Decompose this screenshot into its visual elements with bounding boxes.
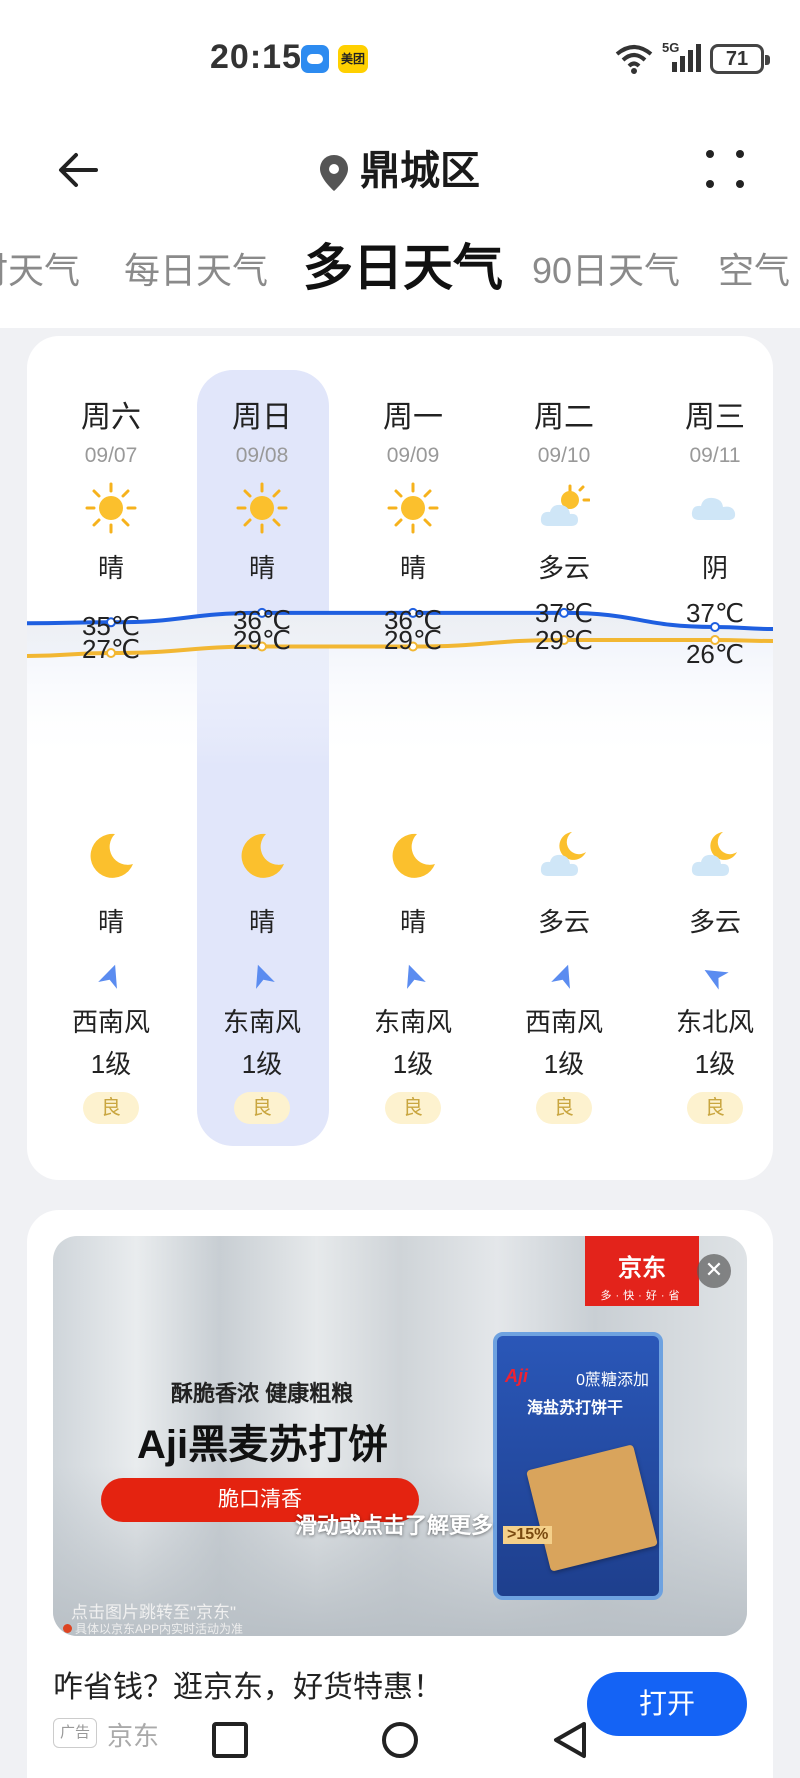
cloudy-night-icon (689, 830, 741, 887)
wind-direction: 东南风 (373, 1007, 452, 1037)
day-condition: 晴 (97, 553, 124, 583)
date: 09/07 (84, 444, 138, 467)
close-ad-button[interactable]: ✕ (697, 1254, 731, 1288)
home-icon[interactable] (380, 1720, 420, 1760)
sun-icon (85, 482, 137, 539)
day-condition: 多云 (537, 553, 590, 583)
location-title[interactable]: 鼎城区 (0, 138, 800, 196)
battery-icon: 71 (710, 44, 770, 74)
aqi-badge: 良 (687, 1092, 743, 1124)
tab-multi-day[interactable]: 多日天气 (303, 228, 503, 298)
low-temp-label: 29℃ (534, 624, 594, 655)
meituan-icon: 美团 (338, 45, 368, 73)
jd-logo: 京东 多·快·好·省 (585, 1236, 699, 1306)
ad-swipe-hint: 滑动或点击了解更多 (295, 1513, 494, 1538)
night-condition: 晴 (399, 907, 426, 937)
day-condition: 晴 (399, 553, 426, 583)
weekday: 周日 (232, 401, 292, 434)
wind-direction: 西南风 (71, 1007, 150, 1037)
wind-direction-icon (399, 962, 427, 995)
date: 09/11 (689, 444, 741, 467)
moon-icon (85, 830, 137, 887)
weekday: 周一 (383, 401, 443, 434)
aqi-badge: 良 (385, 1092, 441, 1124)
day-column[interactable]: 周一 09/09 晴 36℃ 29℃ 晴东南风 1级良 (338, 336, 488, 1180)
low-temp-label: 27℃ (81, 634, 141, 665)
weekday: 周六 (81, 401, 141, 434)
date: 09/09 (386, 444, 440, 467)
day-column[interactable]: 周三 09/11 阴 37℃ 26℃ 多云东北风 1级良 (640, 336, 773, 1180)
tab-90-day[interactable]: 90日天气 (532, 242, 680, 294)
wind-direction: 西南风 (524, 1007, 603, 1037)
aqi-badge: 良 (234, 1092, 290, 1124)
day-column[interactable]: 周二 09/10 多云 37℃ 29℃ 多云 西南风 1级良 (489, 336, 639, 1180)
header: 鼎城区 时天气 每日天气 多日天气 90日天气 空气 (0, 118, 800, 328)
location-name: 鼎城区 (360, 149, 480, 193)
high-temp-label: 37℃ (685, 598, 745, 628)
night-condition: 多云 (537, 907, 590, 937)
product-package: Aji 0蔗糖添加 海盐苏打饼干 >15% (493, 1332, 663, 1600)
low-temp-label: 29℃ (232, 624, 292, 655)
ad-subtitle: 酥脆香浓 健康粗粮 (171, 1381, 354, 1406)
wind-direction-icon (248, 962, 276, 995)
sun-icon (236, 482, 288, 539)
wind-level: 1级 (392, 1049, 434, 1079)
tab-hourly[interactable]: 时天气 (0, 242, 80, 294)
wind-direction: 东北风 (675, 1007, 754, 1037)
system-nav-bar (0, 1700, 800, 1778)
weekday: 周三 (685, 401, 745, 434)
back-nav-icon[interactable] (550, 1720, 590, 1760)
wind-level: 1级 (90, 1049, 132, 1079)
status-time: 20:15 (210, 38, 302, 76)
tab-bar: 时天气 每日天气 多日天气 90日天气 空气 (0, 228, 800, 298)
recent-apps-icon[interactable] (210, 1720, 250, 1760)
day-condition: 阴 (701, 553, 728, 583)
wifi-icon (615, 45, 653, 74)
weekday: 周二 (534, 401, 594, 434)
wind-direction-icon (97, 962, 125, 995)
day-condition: 晴 (248, 553, 275, 583)
tab-daily[interactable]: 每日天气 (124, 242, 268, 294)
more-icon[interactable] (700, 144, 750, 194)
overcast-icon (689, 482, 741, 539)
partly-cloudy-icon (538, 482, 591, 539)
cloudy-night-icon (538, 830, 590, 887)
location-pin-icon (320, 155, 348, 192)
aqi-badge: 良 (536, 1092, 592, 1124)
wind-level: 1级 (694, 1049, 736, 1079)
forecast-card: 周六 09/07 晴 35℃ 27℃ 晴西南风 1级良周日 09/08 晴 36℃ 29℃ 晴东南风 1… (27, 336, 773, 1180)
cracker-image (526, 1444, 658, 1572)
wind-level: 1级 (241, 1049, 283, 1079)
weather-app-icon (301, 45, 329, 73)
night-condition: 多云 (688, 907, 741, 937)
night-condition: 晴 (97, 907, 124, 937)
moon-icon (387, 830, 439, 887)
wind-direction-icon (701, 962, 729, 995)
day-column[interactable]: 周日 09/08 晴 36℃ 29℃ 晴东南风 1级良 (187, 336, 337, 1180)
sun-icon (387, 482, 439, 539)
night-condition: 晴 (248, 907, 275, 937)
signal-icon (672, 44, 701, 72)
low-temp-label: 26℃ (685, 639, 745, 669)
day-column[interactable]: 周六 09/07 晴 35℃ 27℃ 晴西南风 1级良 (36, 336, 186, 1180)
ad-title: Aji黑麦苏打饼 (137, 1423, 389, 1467)
wind-direction-icon (550, 962, 578, 995)
aqi-badge: 良 (83, 1092, 139, 1124)
ad-note: 具体以京东APP内实时活动为准 (63, 1620, 243, 1636)
tab-air[interactable]: 空气 (718, 242, 790, 294)
date: 09/10 (537, 444, 591, 467)
date: 09/08 (235, 444, 289, 467)
wind-level: 1级 (543, 1049, 585, 1079)
ad-image[interactable]: 京东 多·快·好·省 ✕ 酥脆香浓 健康粗粮 Aji黑麦苏打饼 脆口清香 Aji… (53, 1236, 747, 1636)
low-temp-label: 29℃ (383, 624, 443, 655)
moon-icon (236, 830, 288, 887)
status-bar: 20:15 美团 5G 71 (0, 0, 800, 118)
ad-card: 京东 多·快·好·省 ✕ 酥脆香浓 健康粗粮 Aji黑麦苏打饼 脆口清香 Aji… (27, 1210, 773, 1778)
wind-direction: 东南风 (222, 1007, 301, 1037)
